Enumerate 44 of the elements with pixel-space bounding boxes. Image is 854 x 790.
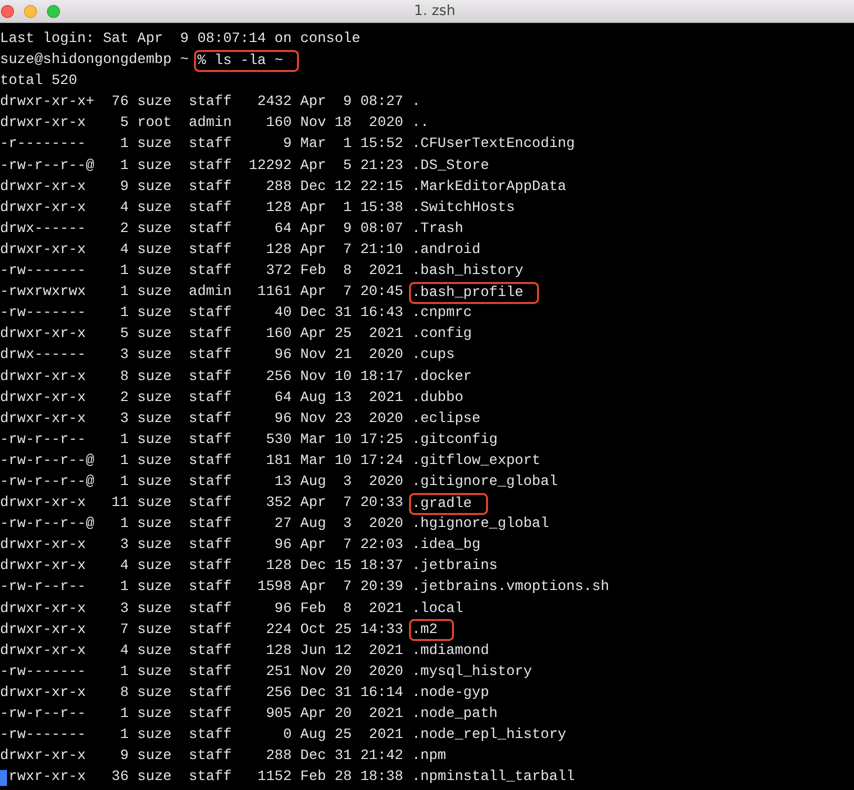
terminal-line: suze@shidongongdembp ~ [0,51,190,70]
terminal-line: drwxr-xr-x 3 suze staff 96 Apr 7 22:03 .idea_bg [0,536,480,556]
terminal-line: -rwxrwxrwx 1 suze admin 1161 Apr 7 20:45 [0,283,404,302]
terminal-line: drwxr-xr-x 8 suze staff 256 Nov 10 18:17 .docker [0,368,472,386]
terminal-line: drwxr-xr-x 8 suze staff 256 Dec 31 16:14 .node-gyp [0,684,490,703]
terminal-line: -rw-r--r-- 1 suze staff 530 Mar 10 17:25 .gitconfig [0,430,498,450]
terminal-line: drwxr-xr-x 9 suze staff 288 Dec 12 22:15 .MarkEditorAppData [0,178,566,197]
highlighted-text: .bash_profile [408,282,540,304]
minimize-button[interactable] [24,4,37,18]
terminal-line: -rw------- 1 suze staff 40 Dec 31 16:43 .cnpmrc [0,304,472,324]
zoom-button[interactable] [47,4,60,18]
terminal-line: drwxr-xr-x 5 suze staff 160 Apr 25 2021 .config [0,325,472,344]
terminal-line: drwxr-xr-x 4 suze staff 128 Dec 15 18:37 .jetbrains [0,557,498,576]
terminal-line: rwxr-xr-x 36 suze staff 1152 Feb 28 18:38 .npminstall_tarball [8,768,575,788]
terminal-line: drwxr-xr-x 3 suze staff 96 Feb 8 2021 .local [0,600,464,619]
terminal-line: -rw------- 1 suze staff 251 Nov 20 2020 .mysql_history [0,662,532,682]
window-title: 1. zsh [414,3,456,19]
terminal-line: drwxr-xr-x 3 suze staff 96 Nov 23 2020 .eclipse [0,410,480,429]
terminal-line: -r-------- 1 suze staff 9 Mar 1 15:52 .CFUserTextEncoding [0,135,575,154]
terminal-line: drwxr-xr-x 4 suze staff 128 Jun 12 2021 .mdiamond [0,642,490,661]
terminal-line: -rw-r--r--@ 1 suze staff 27 Aug 3 2020 .hgignore_global [0,515,550,534]
terminal-line: drwxr-xr-x 11 suze staff 352 Apr 7 20:33 [0,494,404,514]
terminal-line: drwxr-xr-x 5 root admin 160 Nov 18 2020 .. [0,114,429,134]
terminal-line: drwx------ 3 suze staff 96 Nov 21 2020 .cups [0,346,455,366]
terminal-line: drwxr-xr-x 7 suze staff 224 Oct 25 14:33 [0,620,404,640]
terminal-line: drwxr-xr-x 4 suze staff 128 Apr 1 15:38 .SwitchHosts [0,198,515,218]
highlighted-text: % ls -la ~ [194,50,300,72]
terminal-line: drwxr-xr-x 4 suze staff 128 Apr 7 21:10 .android [0,240,480,260]
highlighted-text: .m2 [408,619,454,642]
terminal-line: -rw------- 1 suze staff 372 Feb 8 2021 .bash_history [0,262,524,282]
terminal-line: total 520 [0,72,78,92]
terminal-line: -rw-r--r--@ 1 suze staff 13 Aug 3 2020 .gitignore_global [0,472,558,492]
terminal-line: -rw-r--r--@ 1 suze staff 181 Mar 10 17:24 .gitflow_export [0,452,541,471]
terminal-line: drwx------ 2 suze staff 64 Apr 9 08:07 .Trash [0,220,464,239]
terminal-line: drwxr-xr-x 2 suze staff 64 Aug 13 2021 .dubbo [0,388,464,408]
terminal-line: -rw-r--r-- 1 suze staff 905 Apr 20 2021 .node_path [0,705,498,724]
terminal-line: -rw-r--r-- 1 suze staff 1598 Apr 7 20:39 .jetbrains.vmoptions.sh [0,578,610,598]
terminal-line: drwxr-xr-x 9 suze staff 288 Dec 31 21:42 .npm [0,747,446,766]
terminal-line: -rw------- 1 suze staff 0 Aug 25 2021 .node_repl_history [0,726,566,746]
terminal-line: -rw-r--r--@ 1 suze staff 12292 Apr 5 21:23 .DS_Store [0,156,490,176]
close-button[interactable] [1,4,14,18]
terminal-line: Last login: Sat Apr 9 08:07:14 on console [0,30,360,49]
terminal-line: drwxr-xr-x+ 76 suze staff 2432 Apr 9 08:27 . [0,93,420,112]
highlighted-text: .gradle [408,492,488,515]
